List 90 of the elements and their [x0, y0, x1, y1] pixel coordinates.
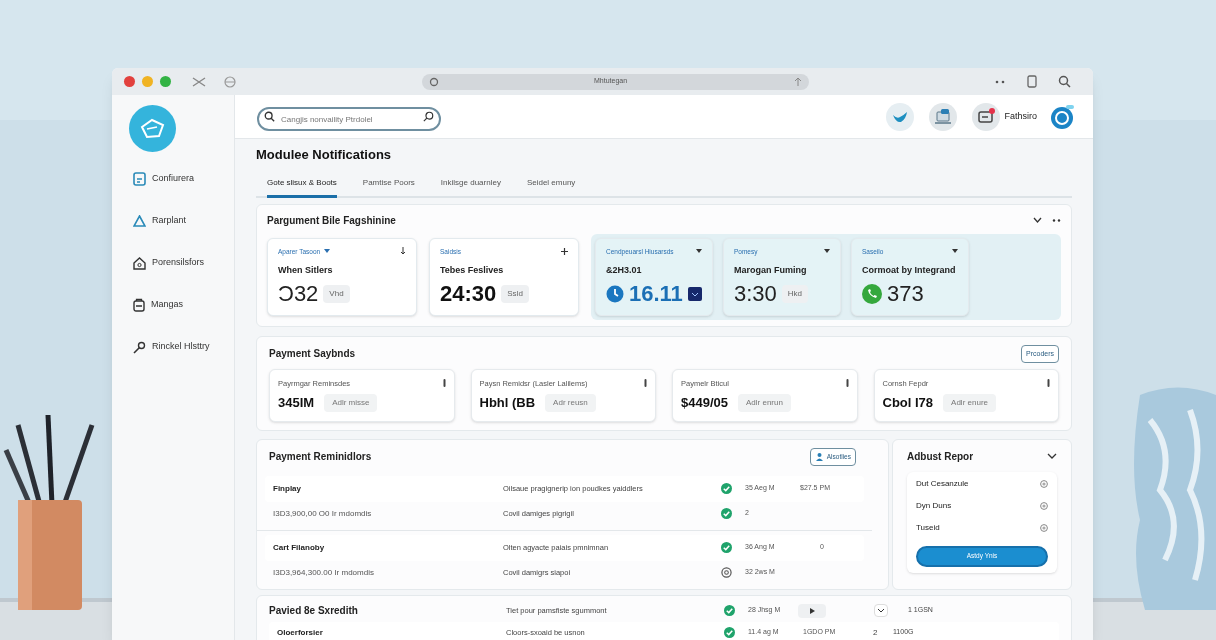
check-icon	[724, 605, 735, 616]
option-row[interactable]: Tuseid	[916, 521, 1048, 535]
page-title: Modulee Notifications	[256, 146, 392, 164]
radio-icon	[1040, 480, 1048, 488]
card-value: $449/05	[681, 394, 728, 412]
tab[interactable]: Gote slisux & Boots	[267, 176, 337, 198]
caret-icon[interactable]	[824, 249, 830, 254]
chevron-icon[interactable]	[1033, 217, 1042, 223]
reload-icon[interactable]	[429, 76, 439, 87]
more-icon[interactable]	[442, 379, 446, 388]
section-title: Pavied 8e Sxredith	[269, 604, 359, 618]
document-icon	[133, 172, 146, 186]
more-icon[interactable]	[1047, 379, 1050, 388]
chevron-icon[interactable]	[1047, 453, 1057, 459]
sidebar-item[interactable]: Confiurera	[133, 170, 234, 188]
profile-button[interactable]: Fathsiro	[972, 102, 1037, 131]
check-icon	[721, 483, 732, 494]
tab[interactable]: Inkilsge duarnley	[440, 176, 501, 198]
sidebar-item[interactable]: Mangas	[133, 296, 234, 314]
card-value: 373	[887, 280, 924, 307]
reminder-name: Finplay	[273, 482, 302, 495]
search-icon	[264, 110, 275, 122]
option-row[interactable]: Dut Cesanzule	[916, 477, 1048, 491]
card-title: When Sitlers	[278, 264, 334, 278]
card-chip: Adlr misse	[324, 393, 378, 412]
more-icon[interactable]	[845, 379, 849, 388]
section-title: Payment Reminidlors	[269, 450, 372, 464]
search-icon[interactable]	[1058, 75, 1071, 88]
card-chip: Ssld	[501, 284, 529, 303]
house-icon	[133, 256, 146, 270]
people-icon	[814, 452, 824, 461]
play-icon	[809, 607, 815, 614]
bag-icon	[133, 298, 145, 312]
check-icon	[721, 542, 732, 553]
message-icon	[972, 102, 1001, 131]
shuffle-icon[interactable]	[192, 75, 206, 88]
reminder-amount: I3D3,964,300.00 Ir mdomdis	[273, 566, 375, 579]
clock-icon	[606, 284, 624, 303]
card-chip: Vhd	[323, 284, 350, 303]
arrow-down-icon[interactable]	[400, 247, 406, 256]
section-title: Adbust Repor	[907, 449, 974, 464]
reminder-amount: I3D3,900,00 O0 Ir mdomdis	[273, 507, 373, 520]
search-field[interactable]: Cangjis nonvaility Ptrdolel	[257, 107, 441, 131]
more-icon[interactable]	[994, 79, 1006, 84]
caret-icon[interactable]	[696, 249, 702, 254]
sidebar-item[interactable]: Porensilsfors	[133, 254, 234, 272]
card-value: Hbhl (BB	[479, 394, 536, 412]
more-icon[interactable]	[644, 379, 647, 388]
phone-icon	[862, 283, 882, 304]
card-title: Cormoat by Integrand	[862, 264, 957, 278]
card-chip: Adr reusn	[545, 393, 596, 412]
section-title: Pargument Bile Fagshinine	[267, 213, 396, 228]
card-title: Tebes Feslives	[440, 264, 505, 278]
schedule-name: Oloerforsier	[277, 626, 324, 639]
schedule-count: 2	[873, 626, 879, 639]
coin-icon	[721, 567, 732, 578]
card-title: Marogan Fuming	[734, 264, 808, 278]
magnifier-icon	[133, 340, 146, 354]
card-chip: Hkd	[781, 284, 809, 303]
card-value: 16.11	[629, 280, 683, 307]
card-value: 24:30	[440, 280, 497, 307]
card-chip: Adlr enure	[943, 393, 996, 412]
more-icon[interactable]	[1052, 218, 1061, 222]
plus-icon[interactable]	[561, 247, 568, 255]
tab[interactable]: Seidel emuny	[526, 176, 576, 198]
chevron-icon	[877, 608, 885, 613]
panel-icon[interactable]	[1027, 75, 1037, 88]
card-value: Ɔ32	[278, 280, 319, 307]
radio-icon	[1040, 524, 1048, 532]
search-icon[interactable]	[423, 110, 434, 122]
caret-icon[interactable]	[324, 249, 331, 254]
reminder-name: Cart Filanoby	[273, 541, 326, 554]
card-chip: Adlr enrun	[738, 393, 791, 412]
card-value: 3:30	[734, 280, 777, 307]
caret-icon[interactable]	[952, 249, 958, 254]
sidebar-item[interactable]: Rarplant	[133, 212, 234, 230]
badge-icon	[687, 286, 702, 301]
dropdown-button[interactable]	[874, 604, 888, 617]
card-value: 345IM	[278, 394, 315, 412]
play-button[interactable]	[798, 603, 826, 618]
triangle-icon	[133, 215, 146, 227]
laptop-icon[interactable]	[929, 102, 958, 131]
card-title: &2H3.01	[606, 264, 643, 278]
option-row[interactable]: Dyn Duns	[916, 499, 1048, 513]
sidebar-item[interactable]: Rinckel Hlsttry	[133, 338, 234, 356]
radio-icon	[1040, 502, 1048, 510]
section-title: Payment Saybnds	[269, 347, 356, 362]
check-icon	[721, 508, 732, 519]
tab[interactable]: Pamtise Poors	[362, 176, 415, 198]
card-value: Cbol I78	[882, 394, 934, 412]
